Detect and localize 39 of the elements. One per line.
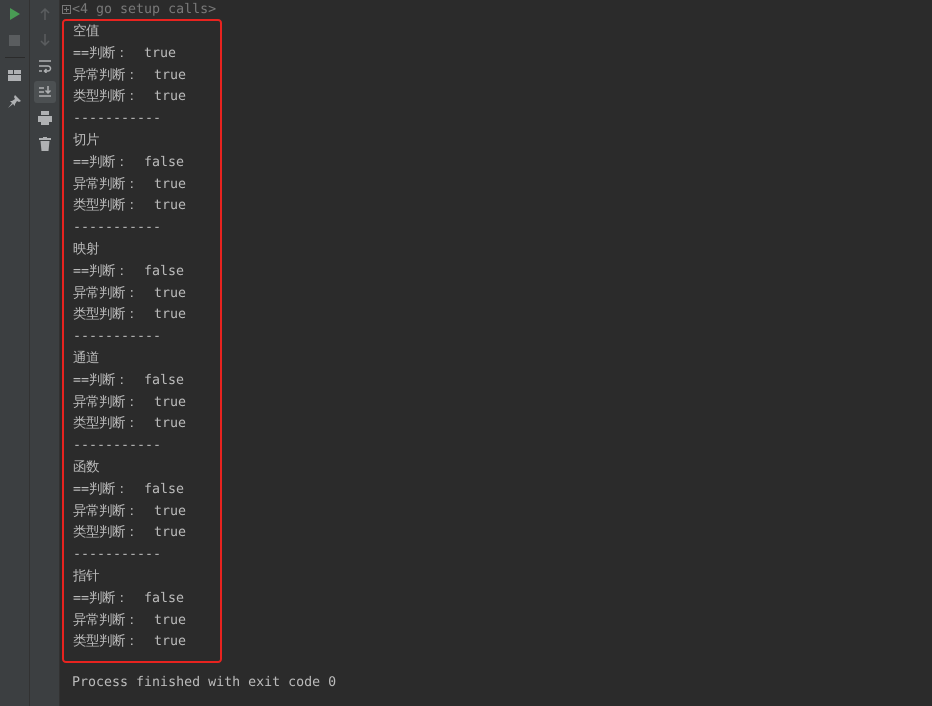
output-line: 异常判断： true [73, 612, 186, 630]
output-line: ----------- [73, 110, 162, 128]
output-line: ==判断： false [73, 372, 184, 390]
expand-icon[interactable] [62, 5, 71, 14]
pin-icon[interactable] [8, 94, 21, 108]
output-line: 异常判断： true [73, 176, 186, 194]
toggle-button[interactable] [34, 81, 56, 103]
output-line: 切片 [73, 132, 99, 150]
output-line: ----------- [73, 546, 162, 564]
output-line: ----------- [73, 437, 162, 456]
output-line: ==判断： false [73, 590, 184, 608]
collapsed-calls-label: <4 go setup calls> [72, 1, 216, 19]
run-icon[interactable] [8, 8, 20, 20]
output-line: 指针 [73, 568, 99, 586]
output-line: 类型判断： true [73, 196, 186, 216]
output-line: ==判断： false [73, 154, 184, 172]
output-line: 类型判断： true [73, 306, 186, 324]
output-line: 类型判断： true [73, 632, 186, 652]
print-icon[interactable] [38, 111, 52, 125]
output-line: 异常判断： true [73, 66, 186, 85]
output-line: 异常判断： true [73, 502, 186, 521]
output-line: 类型判断： true [73, 414, 186, 434]
output-line: 函数 [73, 458, 99, 477]
output-line: ----------- [73, 219, 162, 238]
output-line: ==判断： true [73, 44, 176, 63]
layout-icon[interactable] [8, 70, 21, 80]
soft-wrap-icon[interactable] [38, 59, 52, 73]
output-line: 空值 [73, 22, 99, 41]
output-line: 异常判断： true [73, 284, 186, 303]
output-line: ----------- [73, 328, 162, 346]
output-line: 映射 [73, 240, 99, 259]
output-line: 类型判断： true [73, 88, 186, 106]
output-line: 类型判断： true [73, 524, 186, 542]
output-line: 异常判断： true [73, 394, 186, 412]
exit-message: Process finished with exit code 0 [72, 674, 336, 692]
trash-icon[interactable] [38, 137, 52, 151]
output-line: ==判断： false [73, 262, 184, 281]
output-line: 通道 [73, 350, 99, 368]
output-line: ==判断： false [73, 480, 184, 499]
